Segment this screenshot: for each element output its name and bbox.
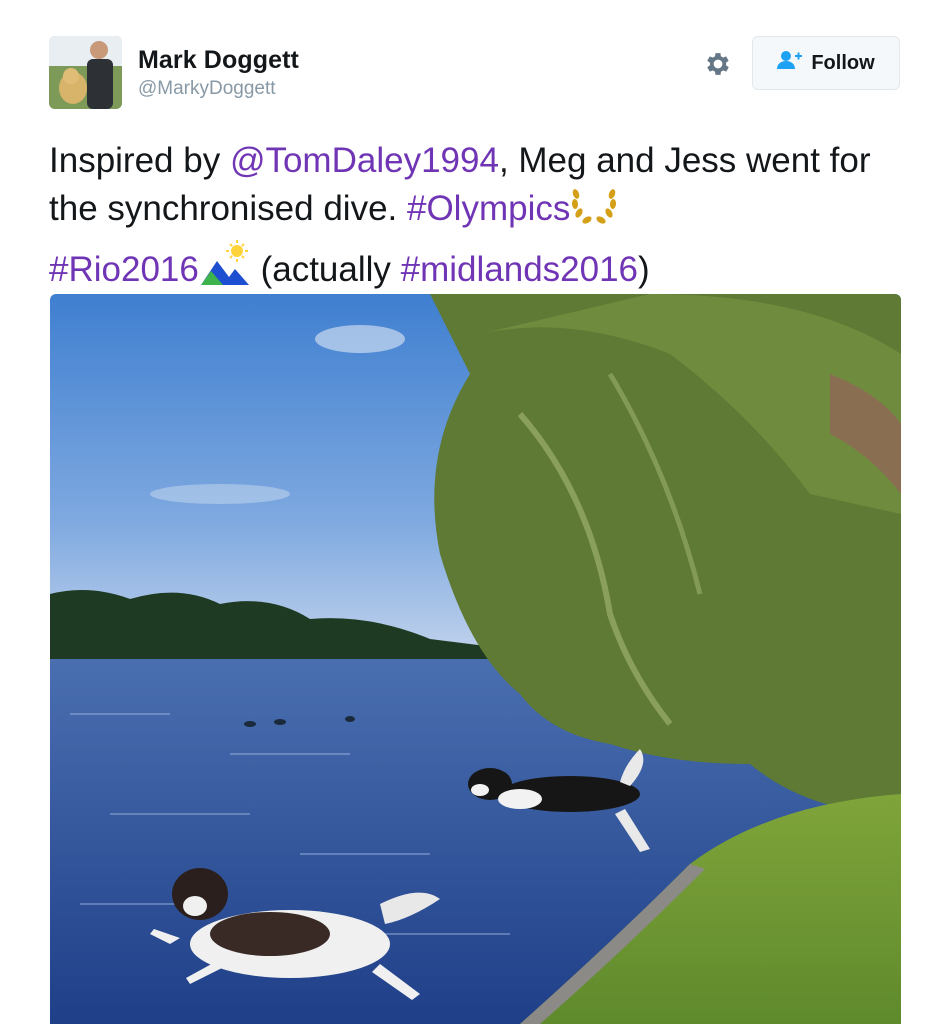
tweet-text: Inspired by @TomDaley1994, Meg and Jess … <box>49 137 909 300</box>
hashtag-rio2016-link[interactable]: #Rio2016 <box>49 250 199 289</box>
laurel-wreath-icon <box>570 186 618 239</box>
person-plus-icon <box>777 50 803 76</box>
tweet-text-part: ) <box>638 250 650 289</box>
follow-button[interactable]: Follow <box>752 36 900 90</box>
user-name[interactable]: Mark Doggett <box>138 46 299 75</box>
user-handle[interactable]: @MarkyDoggett <box>138 78 276 100</box>
hashtag-midlands2016-link[interactable]: #midlands2016 <box>401 250 638 289</box>
gear-icon[interactable] <box>703 49 733 79</box>
avatar-image <box>49 36 122 109</box>
follow-label: Follow <box>811 51 875 74</box>
hashtag-olympics-link[interactable]: #Olympics <box>407 189 570 228</box>
tweet-text-part: (actually <box>250 250 401 289</box>
tweet-text-part: Inspired by <box>49 141 230 180</box>
dogs-diving-photo <box>50 294 901 1024</box>
mention-link[interactable]: @TomDaley1994 <box>230 141 499 180</box>
mountain-sun-icon <box>199 239 251 300</box>
tweet-photo[interactable] <box>50 294 901 1024</box>
avatar[interactable] <box>49 36 122 109</box>
